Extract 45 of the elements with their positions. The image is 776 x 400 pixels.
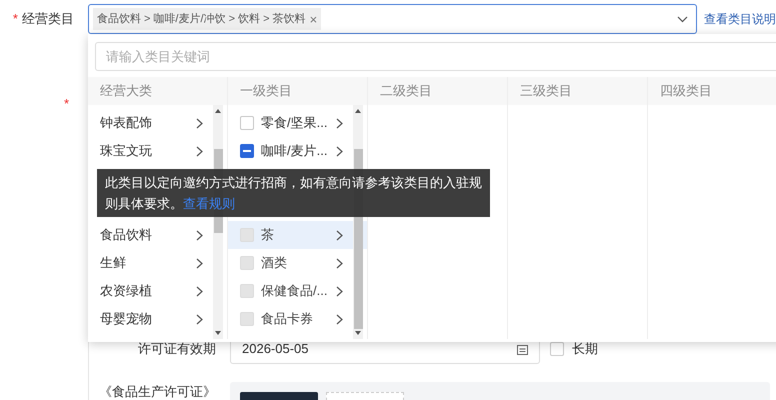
search-field[interactable]: 请输入类目关键词 [95,42,776,71]
checkbox[interactable] [240,144,254,158]
column-header: 三级类目 [520,82,572,100]
category-item[interactable]: 农资绿植 [88,277,227,305]
chevron-right-icon [336,286,343,296]
chevron-right-icon [336,230,343,240]
chevron-right-icon [336,146,343,156]
scroll-up-icon[interactable] [215,109,221,113]
column-header: 四级类目 [660,82,712,100]
category-item[interactable]: 母婴宠物 [88,305,227,333]
tag-remove-button[interactable]: × [310,12,318,26]
category-item[interactable]: 生鲜 [88,249,227,277]
category-item[interactable]: 钟表配饰 [88,109,227,137]
chevron-right-icon [196,118,203,128]
calendar-icon [517,344,528,354]
required-mark: * [12,10,18,28]
checkbox[interactable] [240,116,254,130]
chevron-right-icon [196,146,203,156]
selected-tag: 食品饮料 > 咖啡/麦片/冲饮 > 饮料 > 茶饮料 [96,10,306,28]
required-mark: * [64,95,70,113]
chevron-right-icon [336,314,343,324]
category-item[interactable]: 珠宝文玩 [88,137,227,165]
column-header: 经营大类 [100,82,152,100]
field-label: 《食品生产许可证》 [99,383,216,400]
category-help-link[interactable]: 查看类目说明 [704,10,776,28]
scroll-down-icon[interactable] [355,331,361,335]
field-label: 许可证有效期 [138,340,216,358]
chevron-right-icon [196,258,203,268]
category-item[interactable]: 咖啡/麦片... [228,137,367,165]
scroll-down-icon[interactable] [215,331,221,335]
chevron-right-icon [196,314,203,324]
chevron-right-icon [196,286,203,296]
category-item[interactable]: 食品饮料 [88,221,227,249]
field-label: 经营类目 [22,10,74,28]
chevron-right-icon [336,258,343,268]
column-header: 二级类目 [380,82,432,100]
category-select[interactable]: 食品饮料 > 咖啡/麦片/冲饮 > 饮料 > 茶饮料 × [88,4,697,34]
tooltip-text: 此类目以定向邀约方式进行招商，如有意向请参考该类目的入驻规则具体要求。查看规则 [105,175,482,211]
column-header: 一级类目 [240,82,292,100]
scroll-up-icon[interactable] [355,109,361,113]
chevron-right-icon [196,230,203,240]
checkbox-label: 长期 [572,340,598,358]
chevron-right-icon [336,118,343,128]
chevron-down-icon [677,16,688,22]
category-item[interactable]: 零食/坚果... [228,109,367,137]
